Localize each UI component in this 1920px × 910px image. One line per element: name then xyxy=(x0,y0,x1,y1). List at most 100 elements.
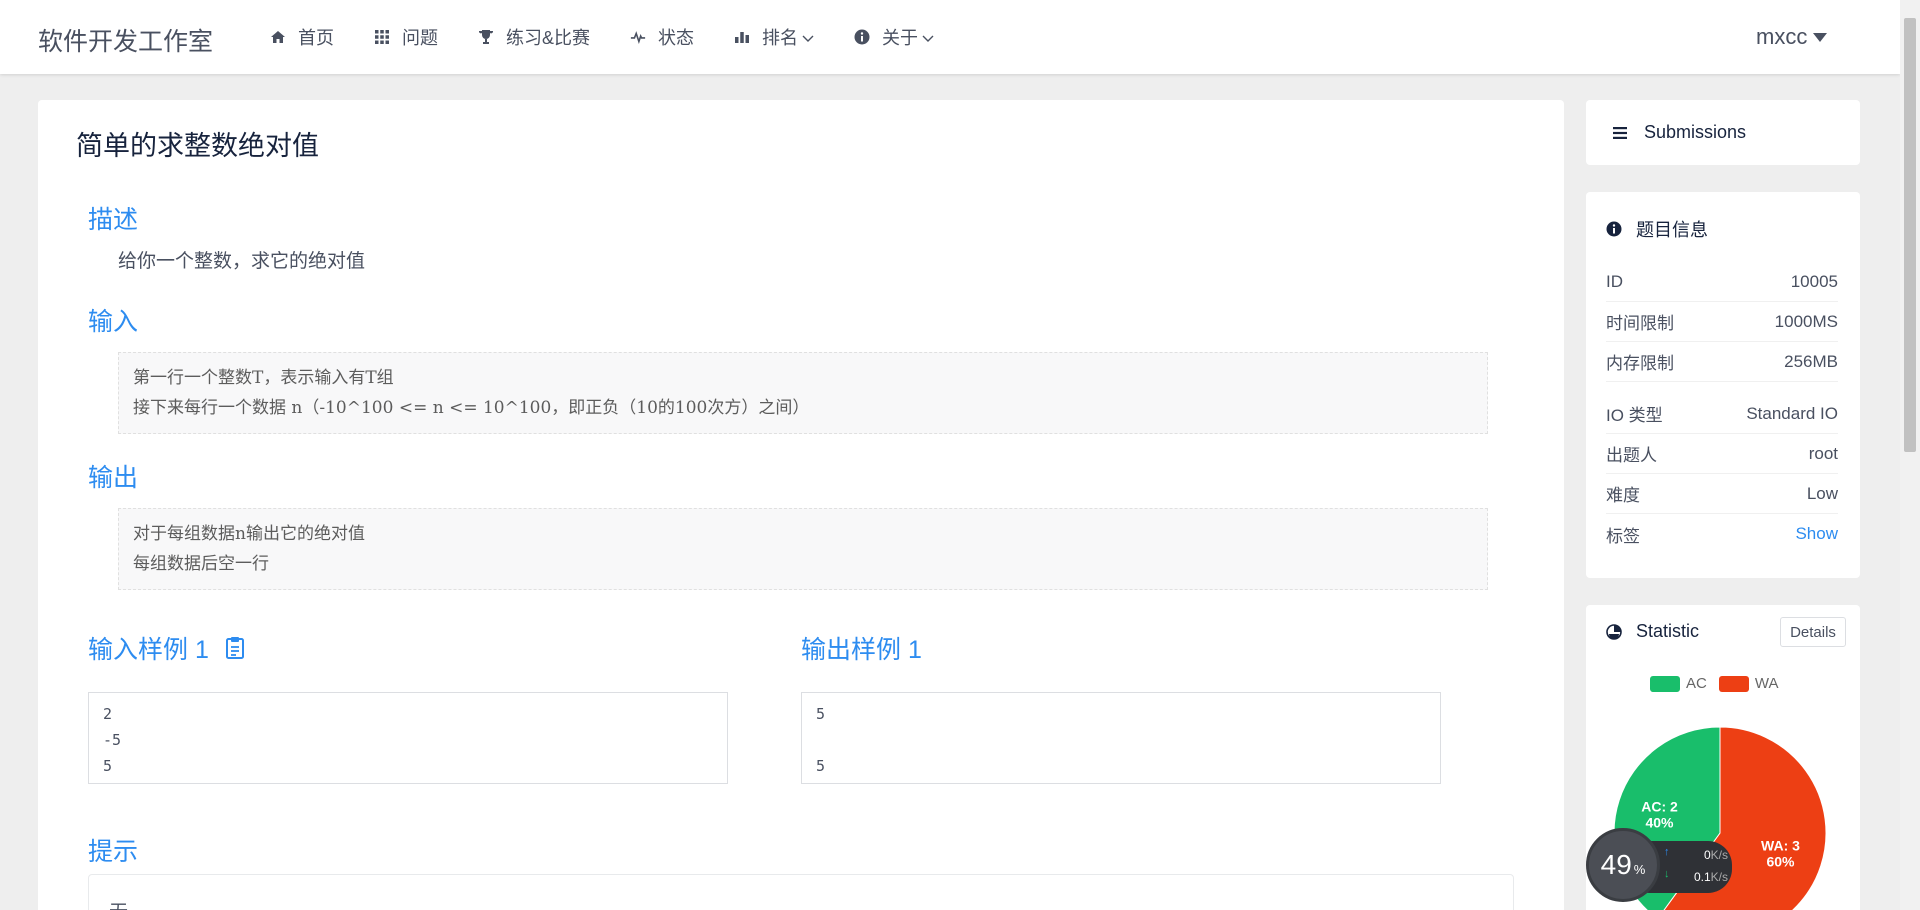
sample-input-line: -5 xyxy=(103,731,122,749)
statistic-title: Statistic xyxy=(1636,621,1700,641)
legend-item-ac[interactable]: AC xyxy=(1650,675,1707,692)
nav-about-label: 关于 xyxy=(882,28,919,48)
legend-label-ac: AC xyxy=(1686,675,1707,692)
legend-swatch-wa xyxy=(1718,675,1749,692)
submissions-button[interactable]: Submissions xyxy=(1586,100,1860,165)
nav-home-label: 首页 xyxy=(298,28,334,48)
info-row-id: ID 10005 xyxy=(1606,262,1838,302)
sample-output-line: 5 xyxy=(816,757,826,775)
download-speed: 0.1K/s xyxy=(1668,870,1728,884)
info-row-memory-limit: 内存限制 256MB xyxy=(1606,342,1838,382)
nav-contests-label: 练习&比赛 xyxy=(506,28,591,48)
page-scrollbar[interactable] xyxy=(1900,0,1920,910)
hint-text: 无 xyxy=(109,902,128,910)
grid-icon xyxy=(374,29,390,45)
clipboard-icon[interactable] xyxy=(225,636,245,660)
download-speed-unit: K/s xyxy=(1710,870,1728,884)
sample-input-title: 输入样例 1 xyxy=(88,636,209,664)
upload-speed-value: 0 xyxy=(1703,848,1711,862)
info-key: ID xyxy=(1606,271,1623,291)
input-line: 接下来每行一个数据 n（-10^100 <= n <= 10^100，即正负（1… xyxy=(133,398,810,418)
site-logo[interactable]: 软件开发工作室 xyxy=(38,22,213,58)
chevron-down-icon xyxy=(922,27,934,48)
user-menu[interactable]: mxcc xyxy=(1756,24,1828,50)
details-button[interactable]: Details xyxy=(1780,617,1846,647)
info-value: Standard IO xyxy=(1746,403,1838,423)
hint-heading: 提示 xyxy=(88,838,139,866)
network-speed-widget[interactable]: 49% ↑ ↓ 0K/s 0.1K/s xyxy=(1586,828,1738,902)
statistic-heading: Statistic xyxy=(1606,621,1699,642)
info-value: Low xyxy=(1806,483,1838,503)
info-row-difficulty: 难度 Low xyxy=(1606,474,1838,514)
info-icon xyxy=(854,29,870,45)
nav-status[interactable]: 状态 xyxy=(630,0,694,74)
sample-output-box: 5 5 xyxy=(801,692,1441,784)
nav-home[interactable]: 首页 xyxy=(270,0,334,74)
description-heading: 描述 xyxy=(88,206,139,234)
description-text: 给你一个整数，求它的绝对值 xyxy=(118,251,366,272)
trophy-icon xyxy=(478,29,494,45)
input-line: 第一行一个整数T，表示输入有T组 xyxy=(133,368,394,388)
output-heading: 输出 xyxy=(88,464,139,492)
download-speed-value: 0.1 xyxy=(1693,870,1711,884)
main-nav: 首页 问题 练习&比赛 状态 排名 关于 xyxy=(270,0,974,74)
caret-down-icon xyxy=(1813,32,1828,42)
info-row-author: 出题人 root xyxy=(1606,434,1838,474)
input-heading: 输入 xyxy=(88,308,139,336)
legend-item-wa[interactable]: WA xyxy=(1718,675,1779,692)
problem-title: 简单的求整数绝对值 xyxy=(76,131,319,161)
pie-label-ac: AC: 2 xyxy=(1641,798,1678,814)
pie-label-wa: WA: 3 xyxy=(1761,838,1800,854)
usage-percent: 49 xyxy=(1600,849,1632,880)
problem-info-card: 题目信息 ID 10005 时间限制 1000MS 内存限制 256MB IO 类型 S… xyxy=(1586,192,1860,578)
nav-contests[interactable]: 练习&比赛 xyxy=(478,0,590,74)
nav-about[interactable]: 关于 xyxy=(854,0,934,74)
usage-gauge: 49% xyxy=(1586,828,1660,902)
nav-rank[interactable]: 排名 xyxy=(734,0,814,74)
chart-legend: AC WA xyxy=(1650,675,1790,692)
show-tags-link[interactable]: Show xyxy=(1795,524,1838,544)
output-line: 对于每组数据n输出它的绝对值 xyxy=(133,524,365,544)
scrollbar-thumb[interactable] xyxy=(1904,18,1916,452)
problem-info-title: 题目信息 xyxy=(1636,220,1708,240)
info-row-tags: 标签 Show xyxy=(1606,514,1838,554)
info-value: 256MB xyxy=(1784,351,1838,371)
info-value: 10005 xyxy=(1790,271,1838,291)
nav-status-label: 状态 xyxy=(658,28,695,48)
sample-input-heading: 输入样例 1 xyxy=(88,630,245,666)
nav-problems[interactable]: 问题 xyxy=(374,0,438,74)
info-icon xyxy=(1606,221,1622,237)
output-line: 每组数据后空一行 xyxy=(133,554,269,574)
upload-speed: 0K/s xyxy=(1668,848,1728,862)
info-key: IO 类型 xyxy=(1606,406,1663,425)
pulse-icon xyxy=(630,29,646,45)
info-value: root xyxy=(1808,443,1838,463)
sample-output-line: 5 xyxy=(816,705,826,723)
list-icon xyxy=(1612,126,1628,140)
info-key: 难度 xyxy=(1606,486,1640,505)
info-key: 出题人 xyxy=(1606,446,1657,465)
sample-output-heading: 输出样例 1 xyxy=(801,630,922,666)
pie-label-wa: 60% xyxy=(1766,854,1795,870)
info-key: 内存限制 xyxy=(1606,354,1674,373)
info-key: 标签 xyxy=(1606,526,1640,546)
bar-chart-icon xyxy=(734,29,750,45)
hint-box: 无 xyxy=(88,874,1514,910)
info-row-time-limit: 时间限制 1000MS xyxy=(1606,302,1838,342)
problem-card: 简单的求整数绝对值 描述 给你一个整数，求它的绝对值 输入 第一行一个整数T，表… xyxy=(38,100,1564,910)
info-value: 1000MS xyxy=(1774,311,1838,331)
sample-input-line: 2 xyxy=(103,705,113,723)
legend-label-wa: WA xyxy=(1754,675,1779,692)
legend-swatch-ac xyxy=(1650,675,1680,692)
problem-info-heading: 题目信息 xyxy=(1606,216,1708,242)
submissions-label: Submissions xyxy=(1644,122,1747,142)
home-icon xyxy=(270,29,286,45)
nav-rank-label: 排名 xyxy=(762,28,799,48)
sample-input-line: 5 xyxy=(103,757,113,775)
usage-percent-unit: % xyxy=(1633,861,1646,877)
nav-problems-label: 问题 xyxy=(402,28,438,48)
problem-info-list: ID 10005 时间限制 1000MS 内存限制 256MB IO 类型 Standa… xyxy=(1606,262,1838,554)
chevron-down-icon xyxy=(802,27,814,48)
sample-output-title: 输出样例 1 xyxy=(801,636,922,664)
input-description: 第一行一个整数T，表示输入有T组 接下来每行一个数据 n（-10^100 <= … xyxy=(118,352,1488,434)
